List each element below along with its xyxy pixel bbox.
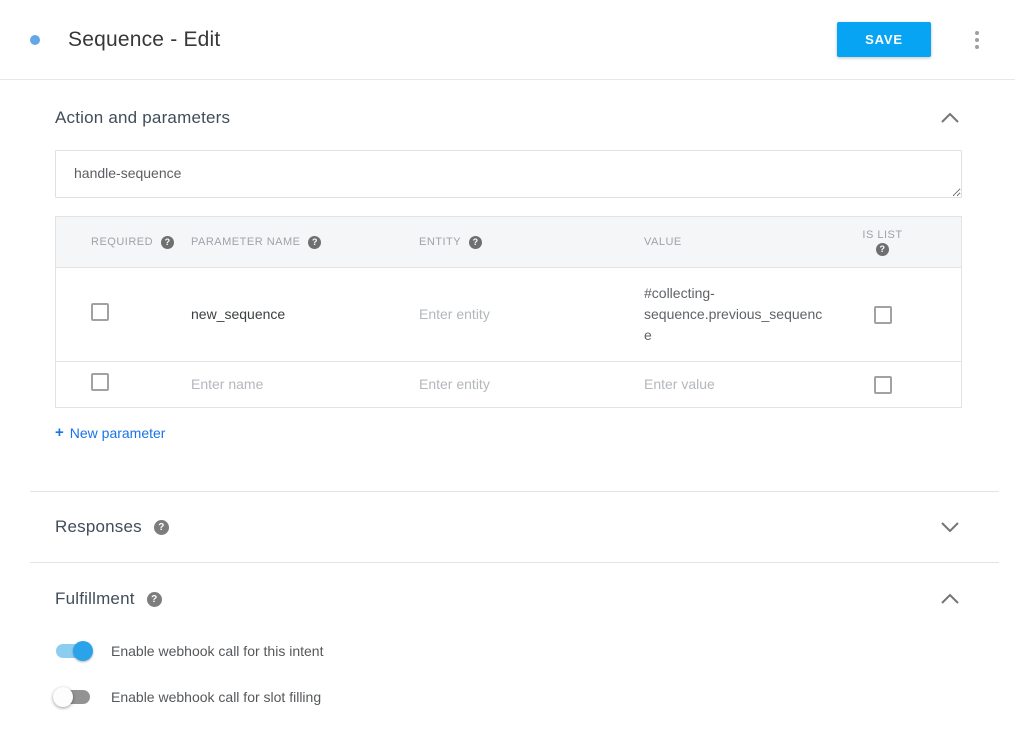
help-icon[interactable]: ? xyxy=(876,243,889,256)
entity-input[interactable] xyxy=(419,376,623,392)
required-cell xyxy=(56,373,191,396)
action-name-input[interactable]: handle-sequence xyxy=(55,150,962,198)
is-list-checkbox[interactable] xyxy=(874,306,892,324)
new-parameter-button[interactable]: + New parameter xyxy=(55,424,165,441)
column-entity: ENTITY ? xyxy=(419,236,644,249)
chevron-up-icon[interactable] xyxy=(938,591,962,607)
column-required: REQUIRED ? xyxy=(56,236,191,249)
webhook-intent-toggle[interactable] xyxy=(55,641,91,661)
parameters-table-header: REQUIRED ? PARAMETER NAME ? ENTITY ? VAL… xyxy=(56,217,961,267)
help-icon[interactable]: ? xyxy=(154,520,169,535)
required-cell xyxy=(56,303,191,326)
fulfillment-section-title: Fulfillment xyxy=(55,589,135,609)
parameter-name-cell xyxy=(191,306,419,324)
is-list-checkbox[interactable] xyxy=(874,376,892,394)
webhook-slot-filling-toggle-label: Enable webhook call for slot filling xyxy=(111,689,321,705)
webhook-slot-filling-toggle-row: Enable webhook call for slot filling xyxy=(55,687,962,707)
fulfillment-section-header: Fulfillment ? xyxy=(55,589,962,609)
section-divider xyxy=(30,562,999,563)
help-icon[interactable]: ? xyxy=(147,592,162,607)
new-parameter-label: New parameter xyxy=(70,425,166,441)
responses-section-header: Responses ? xyxy=(55,492,962,562)
entity-cell xyxy=(419,306,644,324)
help-icon[interactable]: ? xyxy=(308,236,321,249)
parameter-value-input[interactable] xyxy=(644,376,825,392)
is-list-cell xyxy=(844,306,961,324)
chevron-up-icon[interactable] xyxy=(938,110,962,126)
help-icon[interactable]: ? xyxy=(469,236,482,249)
value-cell: #collecting-sequence.previous_sequence xyxy=(644,283,844,346)
required-checkbox[interactable] xyxy=(91,373,109,391)
webhook-slot-filling-toggle[interactable] xyxy=(55,687,91,707)
entity-cell xyxy=(419,376,644,394)
header-bar: Sequence - Edit SAVE xyxy=(0,0,1015,80)
save-button[interactable]: SAVE xyxy=(837,22,931,57)
parameter-value-input[interactable]: #collecting-sequence.previous_sequence xyxy=(644,283,829,346)
parameter-row: #collecting-sequence.previous_sequence xyxy=(56,267,961,361)
is-list-cell xyxy=(844,376,961,394)
webhook-intent-toggle-row: Enable webhook call for this intent xyxy=(55,641,962,661)
column-is-list: IS LIST ? xyxy=(844,229,961,256)
help-icon[interactable]: ? xyxy=(161,236,174,249)
webhook-intent-toggle-label: Enable webhook call for this intent xyxy=(111,643,323,659)
parameter-row-empty xyxy=(56,361,961,407)
column-parameter-name: PARAMETER NAME ? xyxy=(191,236,419,249)
parameter-name-input[interactable] xyxy=(191,376,398,392)
parameters-table: REQUIRED ? PARAMETER NAME ? ENTITY ? VAL… xyxy=(55,216,962,408)
entity-input[interactable] xyxy=(419,306,623,322)
column-value: VALUE xyxy=(644,236,844,248)
chevron-down-icon[interactable] xyxy=(938,519,962,535)
value-cell xyxy=(644,376,844,394)
more-options-icon[interactable] xyxy=(969,27,985,53)
required-checkbox[interactable] xyxy=(91,303,109,321)
responses-section-title: Responses xyxy=(55,517,142,537)
parameter-name-input[interactable] xyxy=(191,306,398,322)
plus-icon: + xyxy=(55,424,64,441)
intent-dot-icon xyxy=(30,35,40,45)
parameter-name-cell xyxy=(191,376,419,394)
action-section-header: Action and parameters xyxy=(55,108,962,128)
intent-editor-body: Action and parameters handle-sequence RE… xyxy=(0,108,1015,707)
action-section-title: Action and parameters xyxy=(55,108,230,128)
page-title: Sequence - Edit xyxy=(68,28,220,52)
